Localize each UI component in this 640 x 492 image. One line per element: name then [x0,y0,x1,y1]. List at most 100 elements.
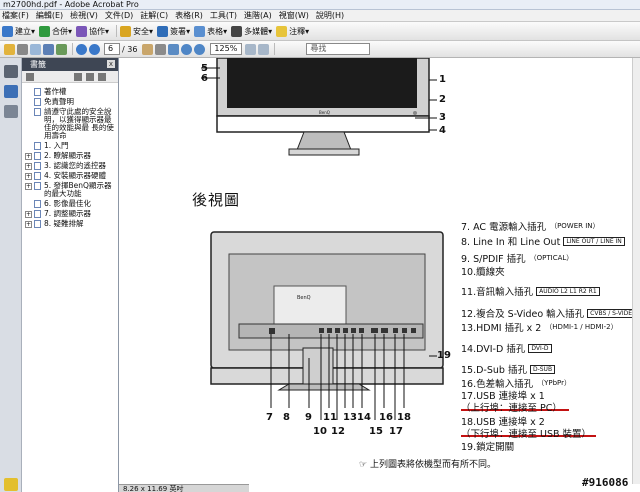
bookmark-item[interactable]: +2. 瞭解顯示器 [22,152,118,160]
comments-icon[interactable] [3,478,18,491]
create-button[interactable]: 建立 ▾ [2,25,35,37]
bookmark-page-icon [34,88,41,96]
bookmark-item[interactable]: 請遵守此處的安全說明，以獲得顯示器最佳的效能與最 長的使用壽命 [22,108,118,140]
menu-file[interactable]: 檔案(F) [2,10,29,21]
menu-advanced[interactable]: 進階(A) [244,10,272,21]
callout-19: 19 [437,350,451,361]
bookmark-label: 免責聲明 [44,97,74,106]
bookmark-item[interactable]: +4. 安裝顯示器硬體 [22,172,118,180]
menu-edit[interactable]: 編輯(E) [36,10,63,21]
lock-icon [120,25,132,37]
bookmark-label: 7. 調整顯示器 [44,209,92,218]
menu-comments[interactable]: 註解(C) [140,10,168,21]
navigation-strip [0,58,22,492]
find-input[interactable]: 尋找 [306,43,371,55]
window-title: m2700hd.pdf - Adobe Acrobat Pro [3,0,139,9]
rear-stand-base [277,383,371,391]
forms-button[interactable]: 表格 ▾ [194,25,227,37]
spec-10: 10.纜線夾 [461,267,505,278]
combine-button[interactable]: 合併 ▾ [39,25,72,37]
callout-6: 6 [201,73,208,84]
panel-toolbar [22,71,118,83]
callout-13: 13 [343,412,357,423]
collaborate-button[interactable]: 協作 ▾ [76,25,109,37]
print-icon[interactable] [17,43,28,55]
next-page-icon[interactable] [89,43,100,55]
bookmark-item[interactable]: +7. 調整顯示器 [22,210,118,218]
fit-page-icon[interactable] [245,43,257,55]
menu-forms[interactable]: 表格(R) [175,10,203,21]
document-view: BenQ BenQ 5 6 1 2 3 4 後視圖 7 8 9 10 11 12… [119,58,640,492]
bookmark-page-icon [34,220,41,228]
multimedia-button[interactable]: 多媒體 ▾ [231,25,272,37]
panel-title: 書籤 [30,60,46,69]
expand-toggle-icon[interactable]: + [25,183,32,190]
callout-9: 9 [305,412,312,423]
close-icon[interactable]: x [107,60,115,68]
prev-page-icon[interactable] [76,43,87,55]
expand-toggle-icon[interactable]: + [25,153,32,160]
bookmark-item[interactable]: 1. 入門 [22,142,118,150]
expand-toggle-icon[interactable]: + [25,173,32,180]
expand-toggle-icon[interactable]: + [25,211,32,218]
bookmark-item[interactable]: +3. 認識您的遙控器 [22,162,118,170]
menu-window[interactable]: 視窗(W) [279,10,309,21]
toolbar-divider [274,43,276,55]
bookmark-label: 3. 認識您的遙控器 [44,161,107,170]
panel-header: 書籤 x [22,58,118,71]
find-icon[interactable] [56,43,67,55]
email-icon[interactable] [30,43,41,55]
menu-document[interactable]: 文件(D) [105,10,133,21]
zoom-in-icon[interactable] [194,43,206,55]
bookmark-page-icon [34,210,41,218]
pages-icon[interactable] [3,65,18,78]
bookmarks-panel: 書籤 x 著作權 免責聲明 請遵守此處的安全說明，以獲得顯示器最佳的效能與最 長的使用… [22,58,119,492]
bookmark-item[interactable]: +5. 發揮BenQ顯示器的最大功能 [22,182,118,198]
marquee-zoom-icon[interactable] [168,43,180,55]
footnote: ☞ 上列圖表將依機型而有所不同。 [359,460,496,470]
spec-18-note: （下行埠：連接至 USB 裝置） [461,429,592,440]
select-tool-icon[interactable] [155,43,167,55]
menu-help[interactable]: 說明(H) [316,10,344,21]
sign-button[interactable]: 簽署 ▾ [157,25,190,37]
bookmark-item[interactable]: 6. 影像最佳化 [22,200,118,208]
vertical-scrollbar[interactable] [632,58,640,484]
fit-width-icon[interactable] [258,43,270,55]
bookmark-label: 8. 疑難排解 [44,219,84,228]
menu-tools[interactable]: 工具(T) [210,10,237,21]
save-icon[interactable] [43,43,54,55]
callout-7: 7 [266,412,273,423]
zoom-out-icon[interactable] [181,43,193,55]
spec-15: 15.D-Sub 插孔 D-SUB [461,362,556,376]
bookmark-item[interactable]: 著作權 [22,88,118,96]
bookmark-page-icon [34,108,41,116]
bookmark-label: 請遵守此處的安全說明，以獲得顯示器最佳的效能與最 長的使用壽命 [44,107,114,140]
signatures-icon[interactable] [3,105,18,118]
delete-icon[interactable] [74,72,82,81]
hand-tool-icon[interactable] [142,43,154,55]
expand-toggle-icon[interactable]: + [25,221,32,228]
expand-icon[interactable] [98,72,106,81]
secure-button[interactable]: 安全 ▾ [120,25,153,37]
expand-toggle-icon[interactable]: + [25,163,32,170]
collaborate-icon [76,25,88,37]
bookmark-item[interactable]: 免責聲明 [22,98,118,106]
toolbar-divider [116,25,118,37]
bookmarks-icon[interactable] [3,85,18,98]
spec-13: 13.HDMI 插孔 x 2 （HDMI-1 / HDMI-2） [461,323,618,334]
menu-view[interactable]: 檢視(V) [70,10,98,21]
callout-15: 15 [369,426,383,437]
page-number-input[interactable]: 6 [104,43,120,55]
callout-8: 8 [283,412,290,423]
spec-8: 8. Line In 和 Line Out LINE OUT / LINE IN [461,234,625,248]
rear-vesa-plate [273,285,347,331]
comment-button[interactable]: 注釋 ▾ [276,25,309,37]
options-icon[interactable] [26,72,34,81]
open-folder-icon[interactable] [4,43,15,55]
bookmark-item[interactable]: +8. 疑難排解 [22,220,118,228]
spec-14: 14.DVI-D 插孔 DVI-D [461,341,552,355]
callout-18: 18 [397,412,411,423]
callout-10: 10 [313,426,327,437]
zoom-level-select[interactable]: 125% [210,43,243,55]
new-bookmark-icon[interactable] [86,72,94,81]
